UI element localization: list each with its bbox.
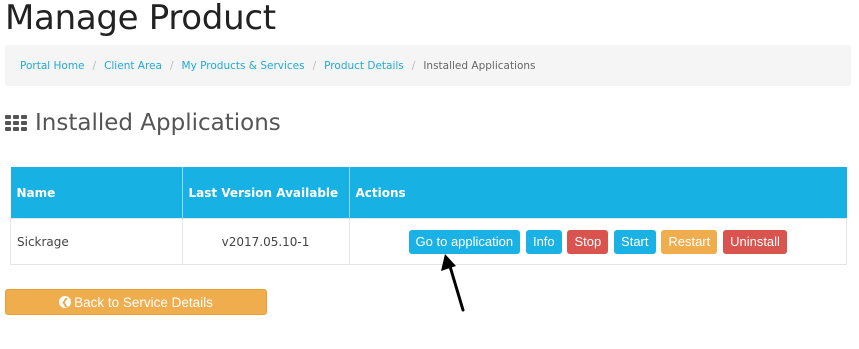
restart-button[interactable]: Restart: [661, 229, 718, 254]
section-title: Installed Applications: [35, 110, 281, 136]
table-header-row: Name Last Version Available Actions: [10, 167, 847, 219]
back-button-label: Back to Service Details: [74, 294, 213, 310]
breadcrumb-products-services[interactable]: My Products & Services: [182, 60, 305, 72]
breadcrumb: Portal Home / Client Area / My Products …: [5, 45, 851, 86]
start-button[interactable]: Start: [614, 229, 656, 254]
installed-apps-table: Name Last Version Available Actions Sick…: [10, 167, 847, 265]
go-to-application-button[interactable]: Go to application: [408, 229, 521, 254]
uninstall-button[interactable]: Uninstall: [723, 229, 787, 254]
column-header-version: Last Version Available: [182, 167, 350, 219]
th-grid-icon: [5, 115, 29, 132]
page-title: Manage Product: [5, 0, 276, 38]
breadcrumb-separator: /: [169, 59, 174, 72]
breadcrumb-separator: /: [411, 59, 416, 72]
app-actions-cell: Go to application Info Stop Start Restar…: [348, 218, 847, 265]
breadcrumb-separator: /: [92, 59, 97, 72]
stop-button[interactable]: Stop: [567, 229, 609, 254]
app-name-cell: Sickrage: [10, 218, 183, 265]
breadcrumb-active: Installed Applications: [423, 59, 536, 72]
column-header-actions: Actions: [349, 167, 847, 219]
table-row: Sickrage v2017.05.10-1 Go to application…: [10, 218, 847, 265]
breadcrumb-separator: /: [312, 59, 317, 72]
pointer-arrow-icon: [441, 254, 465, 312]
info-button[interactable]: Info: [525, 229, 562, 254]
app-version-cell: v2017.05.10-1: [181, 218, 350, 265]
section-heading: Installed Applications: [5, 110, 281, 136]
breadcrumb-portal-home[interactable]: Portal Home: [20, 60, 85, 72]
column-header-name: Name: [10, 167, 183, 219]
breadcrumb-product-details[interactable]: Product Details: [324, 60, 404, 72]
back-to-service-details-button[interactable]: ❮ Back to Service Details: [5, 289, 267, 315]
breadcrumb-client-area[interactable]: Client Area: [104, 60, 162, 72]
circle-arrow-left-icon: ❮: [59, 296, 72, 308]
